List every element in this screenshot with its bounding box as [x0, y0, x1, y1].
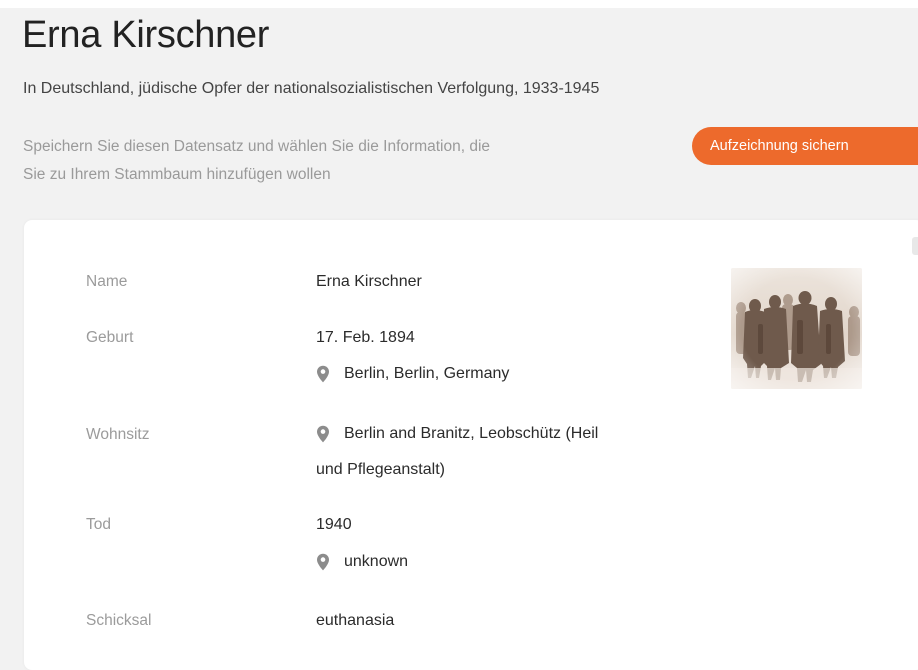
crowd-photo-image: [731, 268, 862, 389]
death-place[interactable]: unknown: [344, 553, 408, 571]
location-pin-icon: [317, 425, 329, 443]
birth-label: Geburt: [86, 329, 134, 346]
fate-value: euthanasia: [316, 612, 395, 629]
fate-label: Schicksal: [86, 612, 152, 629]
residence-place-row: Berlin and Branitz, Leobschütz (Heil: [316, 425, 598, 443]
location-pin-icon: [317, 553, 329, 571]
birth-place-row: Berlin, Berlin, Germany: [316, 365, 509, 383]
birth-date: 17. Feb. 1894: [316, 329, 415, 346]
death-date: 1940: [316, 516, 352, 533]
birth-place[interactable]: Berlin, Berlin, Germany: [344, 365, 509, 383]
save-hint-line-2: Sie zu Ihrem Stammbaum hinzufügen wollen: [23, 166, 331, 183]
residence-place-line-2[interactable]: und Pflegeanstalt): [316, 461, 445, 479]
residence-label: Wohnsitz: [86, 426, 150, 443]
residence-place-line-1[interactable]: Berlin and Branitz, Leobschütz (Heil: [344, 425, 598, 443]
top-strip: [0, 0, 918, 8]
collection-subtitle: In Deutschland, jüdische Opfer der natio…: [23, 80, 600, 97]
death-place-row: unknown: [316, 553, 408, 571]
page-title: Erna Kirschner: [22, 14, 270, 56]
location-pin-icon: [317, 365, 329, 383]
record-photo[interactable]: [731, 268, 862, 389]
save-record-button[interactable]: Aufzeichnung sichern: [692, 127, 918, 165]
death-label: Tod: [86, 516, 111, 533]
save-hint: Speichern Sie diesen Datensatz und wähle…: [23, 133, 683, 189]
name-label: Name: [86, 273, 128, 290]
name-value: Erna Kirschner: [316, 273, 422, 290]
save-hint-line-1: Speichern Sie diesen Datensatz und wähle…: [23, 138, 491, 155]
scrollbar-nub[interactable]: [912, 237, 918, 255]
